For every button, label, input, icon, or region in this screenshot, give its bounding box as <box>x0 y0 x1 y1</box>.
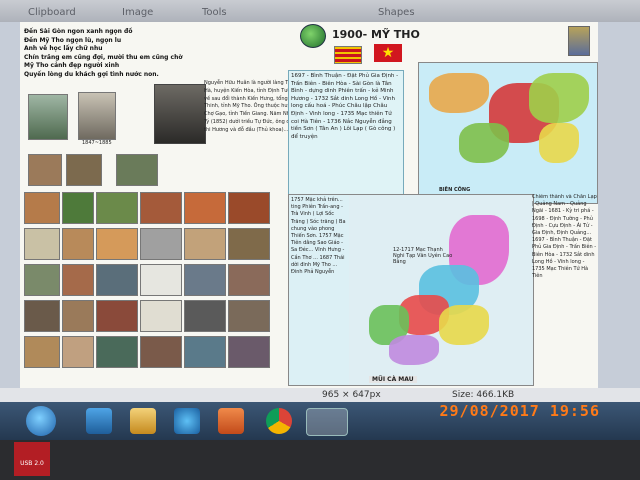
photo <box>184 192 226 224</box>
photo <box>96 300 138 332</box>
ribbon-tab-clipboard[interactable]: Clipboard <box>28 7 76 18</box>
paint-canvas-area[interactable]: Đến Sài Gòn ngon xanh ngọn đồ Đến Mỹ Tho… <box>0 22 640 388</box>
photo <box>140 228 182 260</box>
photo <box>78 92 116 140</box>
map-southern-provinces: 1757 Mặc khả trên... ting Phiên Trấn-ang… <box>288 194 534 386</box>
photo <box>96 264 138 296</box>
photo <box>184 336 226 368</box>
poem-line: Anh về học lấy chữ nhu <box>24 45 103 52</box>
photo <box>24 264 60 296</box>
map-sketch <box>140 300 182 332</box>
photo <box>62 192 94 224</box>
poem-line: Chín trăng em cũng đợi, mười thu em cũng… <box>24 53 183 61</box>
photo <box>96 228 138 260</box>
photo <box>184 228 226 260</box>
poem-text: Đến Sài Gòn ngon xanh ngọn đồ Đến Mỹ Tho… <box>24 28 194 79</box>
photo <box>62 336 94 368</box>
image-dimensions: 965 × 647px <box>322 390 381 400</box>
map-bottom-label: MŨI CÀ MAU <box>369 376 417 383</box>
photo <box>140 192 182 224</box>
globe-icon <box>300 24 326 48</box>
yellow-red-flag-icon <box>334 46 362 64</box>
map-label: BIÊN CÔNG <box>439 187 471 193</box>
chrome-icon[interactable] <box>266 408 292 434</box>
food-photo-grid <box>24 172 274 384</box>
status-bar: 965 × 647px Size: 466.1KB <box>0 388 640 402</box>
photo <box>140 336 182 368</box>
ribbon-tab-image[interactable]: Image <box>122 7 153 18</box>
vietnam-flag-icon: ★ <box>374 44 402 62</box>
ribbon-tab-shapes[interactable]: Shapes <box>378 7 415 18</box>
map-note: 12-1717 Mạc Thạnh Nghi Tạp Văn Uyên Cao … <box>393 247 453 265</box>
photo <box>62 300 94 332</box>
photo <box>228 300 270 332</box>
paint-active-icon[interactable] <box>306 408 348 436</box>
ribbon-tab-tools[interactable]: Tools <box>202 7 227 18</box>
photo <box>62 264 94 296</box>
photo <box>96 192 138 224</box>
history-text-box: 1697 - Bình Thuận - Đặt Phủ Gia Định - T… <box>288 70 404 202</box>
usb-label: USB 2.0 <box>14 442 50 476</box>
photo <box>96 336 138 368</box>
map-mekong-delta: BIÊN CÔNG <box>418 62 598 204</box>
poem-line: Mỹ Tho cảnh đẹp người xinh <box>24 62 120 69</box>
map-sketch <box>140 264 182 296</box>
portrait-photo <box>154 84 206 144</box>
biography-text: Nguyễn Hữu Huân là người làng Tịnh Hà, h… <box>204 80 300 133</box>
history-text-box-2: 1757 Mặc khả trên... ting Phiên Trấn-ang… <box>289 195 349 385</box>
photo <box>228 264 270 296</box>
poem-line: Quyến lòng du khách gợi tình nước non. <box>24 70 159 78</box>
photo <box>228 228 270 260</box>
document-image: Đến Sài Gòn ngon xanh ngọn đồ Đến Mỹ Tho… <box>20 22 598 388</box>
photo <box>228 192 270 224</box>
corner-logo <box>568 26 590 56</box>
photo <box>184 264 226 296</box>
paint-ribbon: Clipboard Image Tools Shapes <box>0 0 640 22</box>
photo <box>24 228 60 260</box>
poem-line: Đến Mỹ Tho ngọn lù, ngọn lu <box>24 36 122 44</box>
poem-line: Đến Sài Gòn ngon xanh ngọn đồ <box>24 28 133 35</box>
side-history-text: Chiêm thành và Chân Lạp | Quảng Nam - Qu… <box>532 194 597 280</box>
page-title: 1900- MỸ THO <box>332 28 420 41</box>
photo <box>62 228 94 260</box>
monitor-screen: Clipboard Image Tools Shapes Đến Sài Gòn… <box>0 0 640 480</box>
photo <box>24 336 60 368</box>
photo <box>24 300 60 332</box>
media-icon[interactable] <box>218 408 244 434</box>
photo <box>28 94 68 140</box>
photo <box>24 192 60 224</box>
photo <box>228 336 270 368</box>
monitor-bezel <box>0 440 640 480</box>
paint-icon[interactable] <box>86 408 112 434</box>
explorer-icon[interactable] <box>130 408 156 434</box>
photo <box>184 300 226 332</box>
file-size: Size: 466.1KB <box>452 390 515 400</box>
photo-caption: 1847~1885 <box>82 140 112 146</box>
ie-icon[interactable] <box>174 408 200 434</box>
camera-timestamp: 29/08/2017 19:56 <box>439 402 600 420</box>
start-orb-icon[interactable] <box>26 406 56 436</box>
